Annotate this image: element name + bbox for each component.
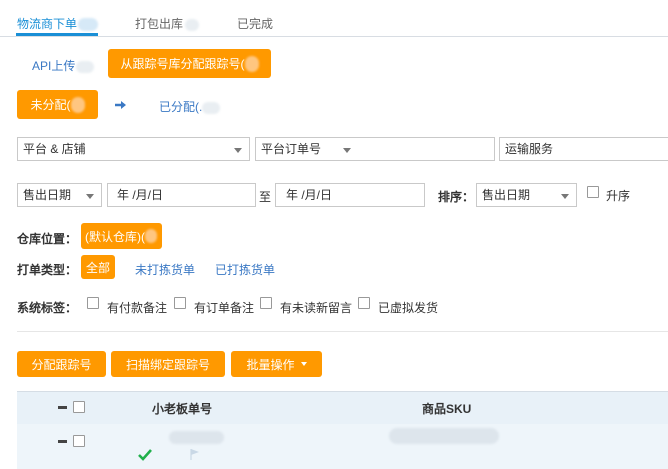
tag-order-note-label: 有订单备注 xyxy=(194,301,255,315)
platform-order-value: 平台订单号 xyxy=(261,142,322,156)
arrow-right-icon xyxy=(115,101,126,109)
date-from-placeholder: 年 /月/日 xyxy=(117,188,164,202)
active-tab-indicator xyxy=(16,33,98,36)
sale-date-value: 售出日期 xyxy=(23,188,72,202)
date-to-placeholder: 年 /月/日 xyxy=(286,188,333,202)
tag-payment-note-label: 有付款备注 xyxy=(107,301,168,315)
tab-completed[interactable]: 已完成 xyxy=(237,15,273,32)
chevron-down-icon xyxy=(234,148,242,153)
flag-icon[interactable] xyxy=(189,448,201,461)
print-type-printed-link[interactable]: 已打拣货单 xyxy=(215,261,275,278)
tag-order-note-checkbox[interactable] xyxy=(174,297,186,309)
assign-from-pool-label: 从跟踪号库分配跟踪号( xyxy=(120,57,245,71)
count-redacted xyxy=(78,18,99,32)
tag-unread-message-label: 有未读新留言 xyxy=(280,301,353,315)
default-warehouse-label: (默认仓库)( xyxy=(85,229,145,244)
column-order-no: 小老板单号 xyxy=(152,402,213,416)
count-redacted xyxy=(202,101,221,114)
platform-store-select[interactable]: 平台 & 店铺 xyxy=(17,137,250,161)
scan-bind-button[interactable]: 扫描绑定跟踪号 xyxy=(111,351,225,377)
caret-down-icon xyxy=(300,362,307,366)
unassigned-button[interactable]: 未分配( xyxy=(17,90,98,119)
select-all-checkbox[interactable] xyxy=(73,401,85,413)
assigned-label: 已分配(. xyxy=(159,100,203,114)
print-type-all-label: 全部 xyxy=(85,260,110,275)
tag-virtual-shipped-label: 已虚拟发货 xyxy=(378,301,439,315)
tab-pack-outbound[interactable]: 打包出库 xyxy=(135,15,200,32)
ascending-checkbox[interactable] xyxy=(587,186,599,198)
table-row xyxy=(17,424,668,469)
print-type-label: 打单类型： xyxy=(17,263,78,277)
minus-icon[interactable] xyxy=(58,406,67,409)
shipping-service-input[interactable]: 运输服务 xyxy=(499,137,668,161)
sku-redacted xyxy=(389,428,499,444)
count-redacted xyxy=(244,55,259,72)
tag-payment-note-checkbox[interactable] xyxy=(87,297,99,309)
sale-date-select[interactable]: 售出日期 xyxy=(17,183,102,207)
tag-unread-message-checkbox[interactable] xyxy=(260,297,272,309)
divider xyxy=(17,331,668,332)
assign-from-pool-button[interactable]: 从跟踪号库分配跟踪号( xyxy=(108,49,271,78)
minus-icon[interactable] xyxy=(58,440,67,443)
batch-ops-button[interactable]: 批量操作 xyxy=(231,351,322,377)
platform-order-select[interactable]: 平台订单号 xyxy=(255,137,495,161)
check-icon xyxy=(138,449,152,461)
print-type-not-printed-link[interactable]: 未打拣货单 xyxy=(135,261,195,278)
chevron-down-icon xyxy=(86,194,94,199)
date-range-separator: 至 xyxy=(259,190,272,204)
column-sku: 商品SKU xyxy=(422,402,472,416)
top-tabs: 物流商下单 打包出库 已完成 xyxy=(0,0,668,37)
platform-store-value: 平台 & 店铺 xyxy=(23,142,86,156)
assign-tracking-button[interactable]: 分配跟踪号 xyxy=(17,351,106,377)
tab-logistics-order[interactable]: 物流商下单 xyxy=(17,15,99,32)
ascending-label: 升序 xyxy=(606,189,631,203)
count-redacted xyxy=(76,60,95,73)
batch-ops-label: 批量操作 xyxy=(246,357,295,372)
chevron-down-icon xyxy=(343,148,351,153)
sort-label: 排序： xyxy=(438,190,475,204)
count-redacted xyxy=(145,229,157,243)
order-no-redacted xyxy=(169,431,224,444)
row-checkbox[interactable] xyxy=(73,435,85,447)
assigned-tab[interactable]: 已分配(. xyxy=(159,98,221,115)
date-to-input[interactable]: 年 /月/日 xyxy=(275,183,425,207)
warehouse-label: 仓库位置： xyxy=(17,232,78,246)
sort-select[interactable]: 售出日期 xyxy=(476,183,577,207)
scan-bind-label: 扫描绑定跟踪号 xyxy=(125,357,210,372)
shipping-service-placeholder: 运输服务 xyxy=(505,142,554,156)
tab-completed-label: 已完成 xyxy=(237,17,274,31)
api-upload-tab[interactable]: API上传 xyxy=(32,57,95,74)
count-redacted xyxy=(70,96,85,113)
date-from-input[interactable]: 年 /月/日 xyxy=(107,183,256,207)
sort-value: 售出日期 xyxy=(482,188,531,202)
api-upload-label: API上传 xyxy=(32,59,76,73)
assign-tracking-label: 分配跟踪号 xyxy=(31,357,92,372)
tab-pack-outbound-label: 打包出库 xyxy=(135,17,184,31)
print-type-all-button[interactable]: 全部 xyxy=(81,255,115,279)
system-tags-label: 系统标签： xyxy=(17,301,78,315)
default-warehouse-button[interactable]: (默认仓库)( xyxy=(81,223,162,249)
tab-logistics-order-label: 物流商下单 xyxy=(17,17,78,31)
tag-virtual-shipped-checkbox[interactable] xyxy=(358,297,370,309)
table-header: 小老板单号 商品SKU xyxy=(17,391,668,425)
chevron-down-icon xyxy=(561,194,569,199)
unassigned-label: 未分配( xyxy=(30,98,71,112)
count-redacted xyxy=(185,18,200,31)
